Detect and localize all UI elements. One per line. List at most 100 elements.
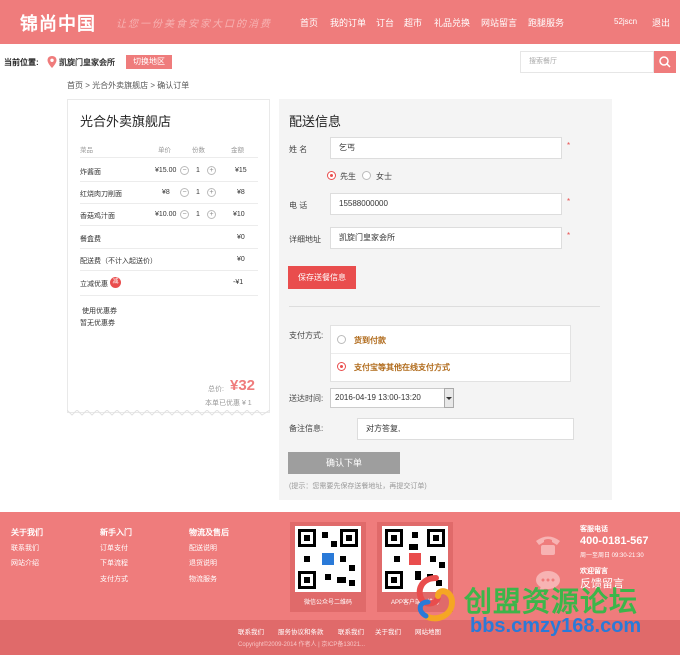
nav-messages[interactable]: 网站留言 xyxy=(481,16,517,29)
phone-label: 电 话 xyxy=(289,201,308,210)
item-qty: 1 xyxy=(196,167,200,174)
breadcrumb[interactable]: 首页 > 光合外卖旗舰店 > 确认订单 xyxy=(67,80,189,91)
username[interactable]: 52jscn xyxy=(614,17,637,26)
fee-name: 立减优惠 xyxy=(80,281,108,288)
item-name: 红烧肉刀削面 xyxy=(80,191,122,198)
nav-book-table[interactable]: 订台 xyxy=(376,16,394,29)
row-divider xyxy=(80,225,258,226)
item-qty: 1 xyxy=(196,189,200,196)
footer-link[interactable]: 网站介绍 xyxy=(11,558,39,568)
site-logo[interactable]: 锦尚中国 xyxy=(20,10,96,36)
footer-link[interactable]: 支付方式 xyxy=(100,574,128,584)
chevron-down-icon xyxy=(446,397,452,400)
pay-cod-label[interactable]: 货到付款 xyxy=(354,335,386,346)
payment-divider xyxy=(331,353,570,354)
payment-label: 支付方式: xyxy=(289,331,324,340)
logout-link[interactable]: 退出 xyxy=(652,16,670,29)
address-label: 详细地址 xyxy=(289,235,321,244)
qty-plus-button[interactable]: + xyxy=(207,210,216,219)
copyright: Copyright©2009-2014 作者人 | 京ICP备13021... xyxy=(238,642,366,648)
service-phone-label: 客服电话 xyxy=(580,526,608,533)
qty-minus-button[interactable]: − xyxy=(180,210,189,219)
item-name: 炸酱面 xyxy=(80,169,101,176)
gender-female-radio[interactable] xyxy=(362,171,371,180)
total-amount: ¥32 xyxy=(230,377,256,394)
item-qty: 1 xyxy=(196,211,200,218)
site-slogan: 让您一份美食安家大口的消费 xyxy=(116,19,272,30)
footer-link[interactable]: 下单流程 xyxy=(100,558,128,568)
required-mark: * xyxy=(567,197,571,206)
bottom-link[interactable]: 关于我们 xyxy=(375,626,401,636)
confirm-order-button[interactable]: 确认下单 xyxy=(288,452,400,474)
pay-cod-radio[interactable] xyxy=(337,335,346,344)
item-name: 香菇鸡汁面 xyxy=(80,213,115,220)
name-field[interactable]: 乞丐 xyxy=(330,137,562,159)
footer-link[interactable]: 物流服务 xyxy=(189,574,217,584)
select-arrow-icon[interactable] xyxy=(444,388,454,408)
search-icon xyxy=(659,56,671,68)
gender-male-label: 先生 xyxy=(340,172,356,181)
col-dish: 菜品 xyxy=(80,147,93,154)
pay-online-label[interactable]: 支付宝等其他在线支付方式 xyxy=(354,362,450,373)
wechat-qr-caption: 微信公众号二维码 xyxy=(303,600,352,606)
qty-plus-button[interactable]: + xyxy=(207,188,216,197)
nav-gift-exchange[interactable]: 礼品兑换 xyxy=(434,16,470,29)
watermark-url: bbs.cmzy168.com xyxy=(470,615,642,637)
order-tip: (提示：您需要先保存送餐地址，再提交订单) xyxy=(289,483,427,490)
name-label: 姓 名 xyxy=(289,145,308,154)
pay-online-radio[interactable] xyxy=(337,362,346,371)
bottom-link[interactable]: 联系我们 xyxy=(338,626,364,636)
remark-label: 备注信息: xyxy=(289,424,324,433)
nav-home[interactable]: 首页 xyxy=(300,16,318,29)
watermark-text: 创盟资源论坛 xyxy=(464,586,639,617)
col-qty: 份数 xyxy=(192,147,205,154)
no-coupon-text: 暂无优惠券 xyxy=(80,320,115,327)
nav-my-orders[interactable]: 我的订单 xyxy=(330,16,366,29)
location-label: 当前位置: xyxy=(4,58,39,67)
service-phone: 400-0181-567 xyxy=(580,535,649,547)
delivery-time-label: 送达时间: xyxy=(289,394,324,403)
col-amount: 金额 xyxy=(231,147,244,154)
required-mark: * xyxy=(567,141,571,150)
footer-link[interactable]: 联系我们 xyxy=(11,543,39,553)
use-coupon-link[interactable]: 使用优惠券 xyxy=(82,306,117,316)
phone-field[interactable]: 15588000000 xyxy=(330,193,562,215)
delivery-title: 配送信息 xyxy=(289,114,342,129)
qty-minus-button[interactable]: − xyxy=(180,166,189,175)
item-price: ¥8 xyxy=(162,189,170,196)
item-price: ¥10.00 xyxy=(155,211,177,218)
total-label: 总价: xyxy=(208,386,224,393)
delivery-time-select[interactable]: 2016-04-19 13:00-13:20 xyxy=(330,388,454,408)
search-button[interactable] xyxy=(654,51,676,73)
bottom-link[interactable]: 服务协议和条款 xyxy=(278,626,324,636)
fee-amount: ¥0 xyxy=(237,234,245,241)
fee-name: 餐盒费 xyxy=(80,236,101,243)
section-divider xyxy=(289,306,600,307)
service-hours: 周一至周日 09:30-21:30 xyxy=(580,553,644,559)
wechat-qr-code xyxy=(295,526,361,592)
qty-plus-button[interactable]: + xyxy=(207,166,216,175)
nav-errand[interactable]: 跑腿服务 xyxy=(528,16,564,29)
gender-male-radio[interactable] xyxy=(327,171,336,180)
bottom-link[interactable]: 联系我们 xyxy=(238,626,264,636)
phone-icon xyxy=(536,536,560,555)
fee-name: 配送费（不计入起送价） xyxy=(80,258,157,265)
restaurant-search-input[interactable]: 搜索餐厅 xyxy=(520,51,654,73)
nav-supermarket[interactable]: 超市 xyxy=(404,16,422,29)
footer-link[interactable]: 配送说明 xyxy=(189,543,217,553)
save-delivery-button[interactable]: 保存送餐信息 xyxy=(288,266,356,289)
required-mark: * xyxy=(567,231,571,240)
footer-link[interactable]: 退货说明 xyxy=(189,558,217,568)
address-field[interactable]: 凯旋门皇家会所 xyxy=(330,227,562,249)
footer-link[interactable]: 订单支付 xyxy=(100,543,128,553)
qty-minus-button[interactable]: − xyxy=(180,188,189,197)
gender-female-label: 女士 xyxy=(376,172,392,181)
row-divider xyxy=(80,248,258,249)
card-zigzag-edge xyxy=(67,410,270,416)
watermark-logo xyxy=(416,575,456,622)
remark-field[interactable]: 对方答复, xyxy=(357,418,574,440)
item-amount: ¥8 xyxy=(237,189,245,196)
footer-logistics-heading: 物流及售后 xyxy=(189,528,229,537)
saved-amount: 本单已优惠 ¥ 1 xyxy=(205,400,252,407)
switch-region-button[interactable]: 切换地区 xyxy=(126,55,172,69)
